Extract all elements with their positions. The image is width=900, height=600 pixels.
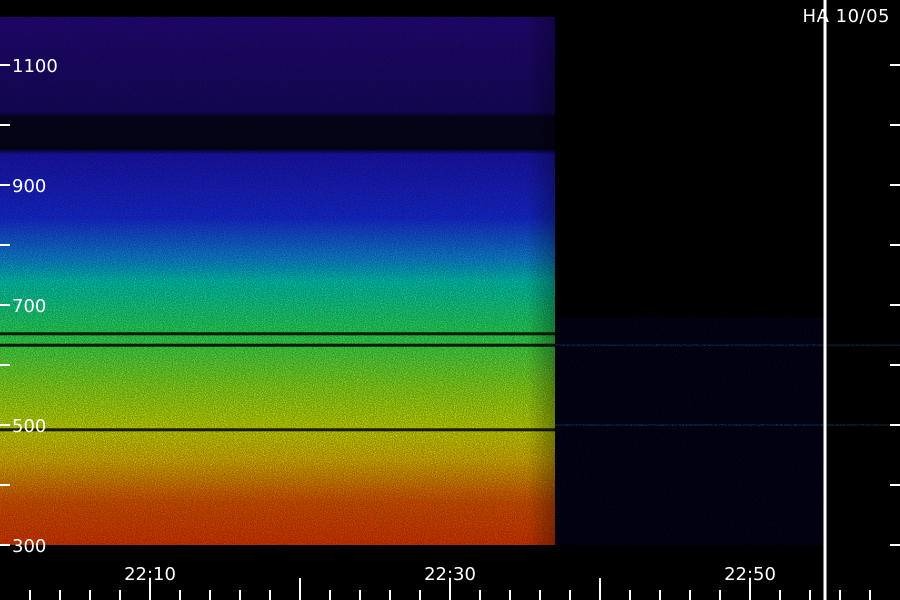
interference-line (0, 343, 560, 347)
spectrogram-plot: 300 500 700 900 1100 22:10 22:30 22:50 (0, 0, 900, 600)
y-tick-label: 300 (12, 536, 46, 557)
y-tick-label: 1100 (12, 56, 58, 77)
y-tick-label: 700 (12, 296, 46, 317)
trailing-emission (555, 317, 825, 545)
interference-line-right (555, 344, 900, 347)
x-tick-label: 22:10 (124, 564, 176, 585)
interference-line (0, 428, 560, 432)
x-tick-label: 22:50 (724, 564, 776, 585)
y-tick-label: 900 (12, 176, 46, 197)
spectrogram-image (0, 17, 900, 545)
y-tick-label: 500 (12, 416, 46, 437)
burst-region (0, 17, 555, 545)
interference-line-right (555, 424, 900, 426)
x-tick-label: 22:30 (424, 564, 476, 585)
x-axis: 22:10 22:30 22:50 (29, 564, 871, 600)
burst-emission-base (0, 17, 555, 545)
interference-line (0, 332, 560, 336)
